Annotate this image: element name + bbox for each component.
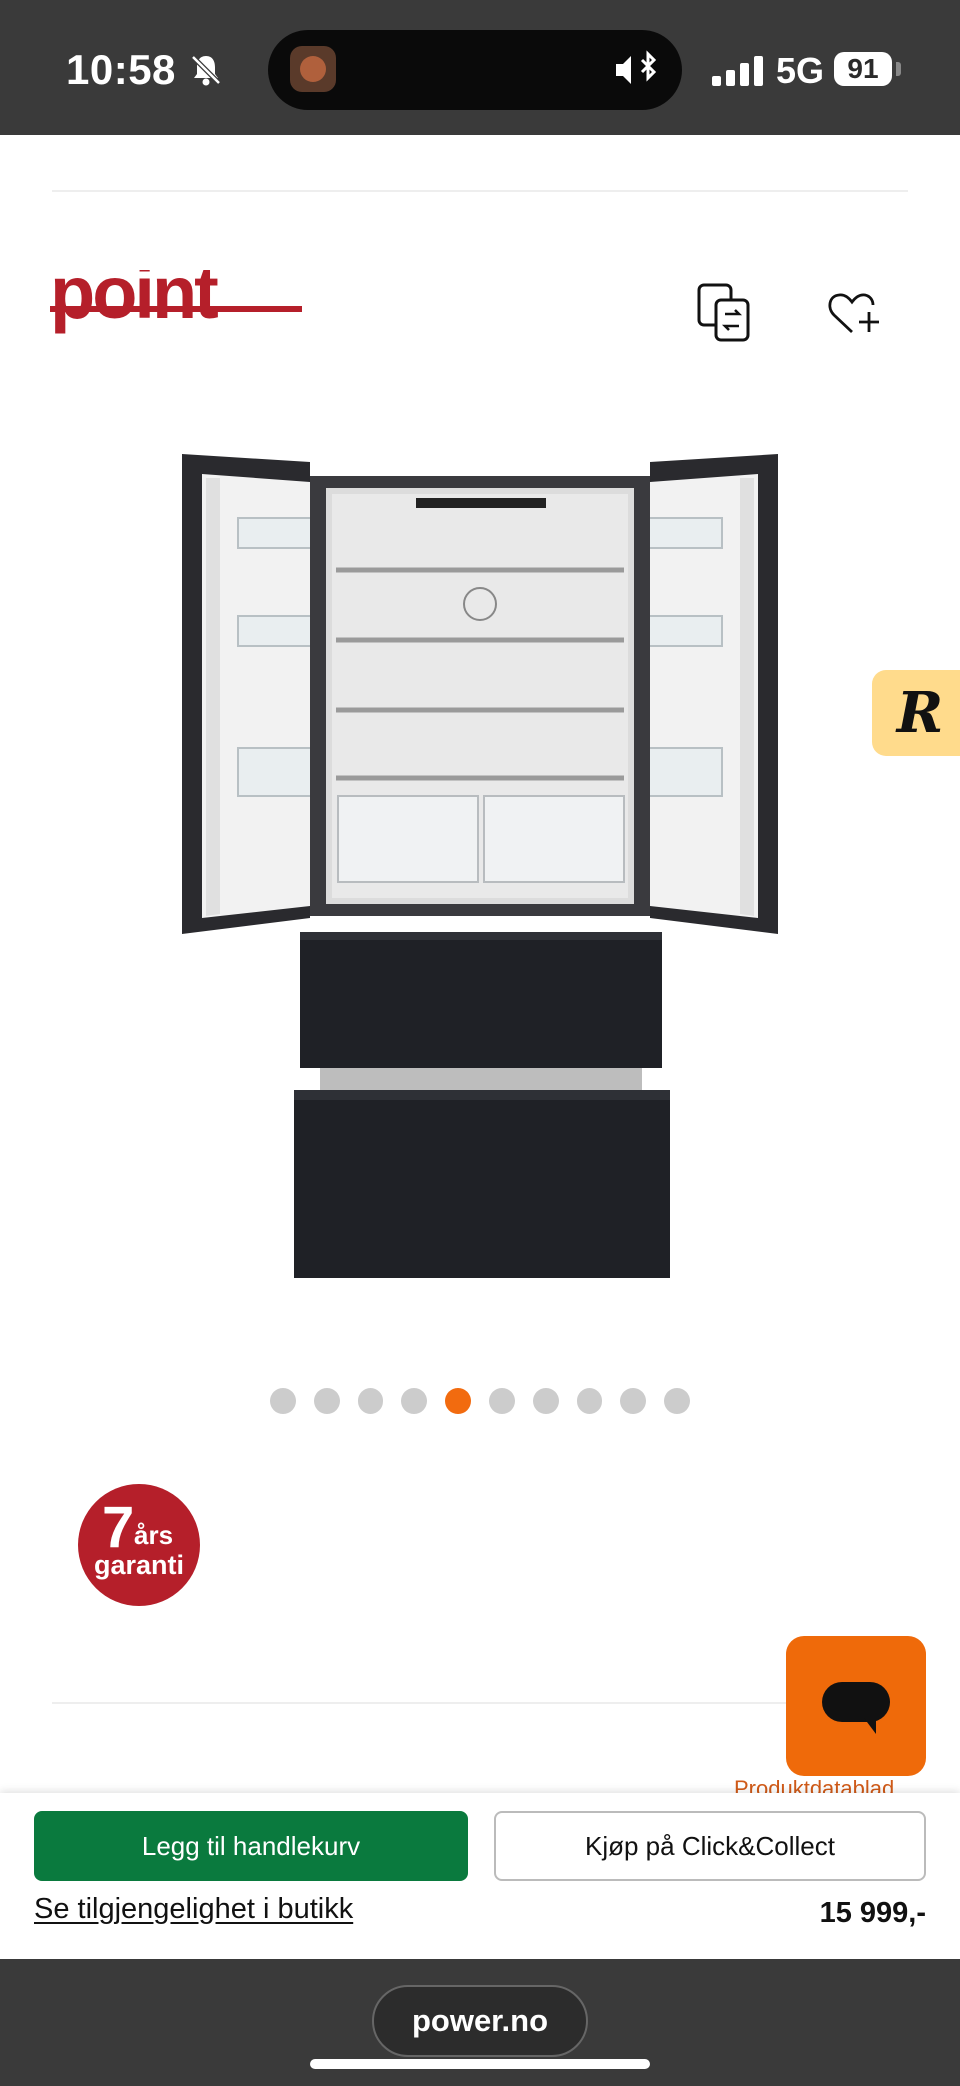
guarantee-label: garanti xyxy=(93,1550,185,1580)
carousel-dot[interactable] xyxy=(313,1388,340,1414)
divider xyxy=(52,190,908,192)
browser-bar: power.no xyxy=(0,1959,960,2086)
guarantee-badge: 7 års garanti xyxy=(78,1484,200,1606)
logo-text: point xyxy=(50,270,218,334)
product-image[interactable] xyxy=(180,448,780,1280)
network-type: 5G xyxy=(776,50,825,91)
store-availability-link[interactable]: Se tilgjengelighet i butikk xyxy=(34,1893,353,1926)
add-to-cart-button[interactable]: Legg til handlekurv xyxy=(34,1811,468,1881)
guarantee-unit: års xyxy=(134,1520,174,1550)
compare-icon[interactable] xyxy=(696,282,754,344)
chat-bubble-icon xyxy=(822,1682,890,1722)
divider xyxy=(52,1702,908,1704)
carousel-dot[interactable] xyxy=(270,1388,296,1414)
purchase-bar: Legg til handlekurv Kjøp på Click&Collec… xyxy=(0,1793,960,1959)
point-logo[interactable]: point xyxy=(50,270,302,352)
battery-icon: 91 xyxy=(834,52,892,86)
carousel-dots[interactable] xyxy=(270,1388,690,1414)
status-time: 10:58 xyxy=(66,46,176,93)
review-widget-button[interactable]: R xyxy=(872,670,960,756)
bell-slash-icon xyxy=(191,55,221,86)
carousel-dot[interactable] xyxy=(488,1388,515,1414)
app-activity-icon xyxy=(290,46,336,92)
carousel-dot[interactable] xyxy=(401,1388,428,1414)
battery-tip xyxy=(896,62,901,76)
home-indicator[interactable] xyxy=(310,2059,650,2069)
signal-icon xyxy=(712,56,763,86)
click-collect-button[interactable]: Kjøp på Click&Collect xyxy=(494,1811,926,1881)
carousel-dot[interactable] xyxy=(532,1388,559,1414)
carousel-dot[interactable] xyxy=(357,1388,384,1414)
product-price: 15 999,- xyxy=(819,1897,926,1929)
speaker-bluetooth-icon xyxy=(616,50,657,84)
chat-bubble-tail xyxy=(864,1718,876,1734)
carousel-dot-active[interactable] xyxy=(445,1388,471,1414)
status-bar: 10:58 5G 91 xyxy=(0,0,960,135)
dynamic-island xyxy=(268,30,682,110)
carousel-dot[interactable] xyxy=(664,1388,690,1414)
address-bar[interactable]: power.no xyxy=(372,1985,588,2057)
heart-plus-icon[interactable] xyxy=(826,288,882,340)
carousel-dot[interactable] xyxy=(576,1388,603,1414)
carousel-dot[interactable] xyxy=(620,1388,647,1414)
chat-button[interactable] xyxy=(786,1636,926,1776)
